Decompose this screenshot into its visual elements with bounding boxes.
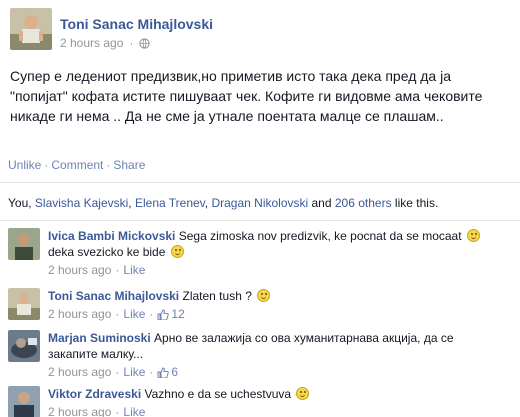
smile-emoji-icon (296, 387, 310, 400)
comment: Viktor Zdraveski Vazhno e da se uchestvu… (8, 384, 513, 417)
post-header: Toni Sanac Mihajlovski 2 hours ago · (10, 8, 510, 58)
smile-emoji-icon (170, 245, 184, 258)
unlike-link[interactable]: Unlike (8, 158, 41, 172)
comment-time[interactable]: 2 hours ago (48, 262, 111, 278)
meta-separator: · (129, 36, 134, 50)
likes-suffix: like this. (391, 196, 439, 210)
liker-name[interactable]: Elena Trenev (135, 196, 205, 210)
comment-text: Арно ве залажија со ова хуманитарнава ак… (154, 331, 454, 345)
comment-text: Sega zimoska nov predizvik, ke pocnat da… (178, 229, 462, 243)
divider (0, 182, 520, 183)
comment-like-count[interactable]: 12 (157, 306, 185, 322)
comment-like-link[interactable]: Like (123, 404, 145, 417)
like-count-value: 6 (171, 365, 179, 379)
comment-time[interactable]: 2 hours ago (48, 306, 111, 322)
likes-prefix: You, (8, 196, 35, 210)
comment-body: Marjan Suminoski Арно ве залажија со ова… (48, 330, 508, 380)
commenter-avatar[interactable] (8, 228, 40, 260)
likes-summary: You, Slavisha Kajevski, Elena Trenev, Dr… (8, 196, 438, 210)
comment-text: Zlaten tush ? (182, 289, 252, 303)
comment-like-link[interactable]: Like (123, 364, 145, 380)
commenter-name[interactable]: Toni Sanac Mihajlovski (48, 289, 179, 303)
author-avatar[interactable] (10, 8, 52, 50)
comment-body: Viktor Zdraveski Vazhno e da se uchestvu… (48, 386, 508, 417)
likes-and: and (308, 196, 335, 210)
share-link[interactable]: Share (113, 158, 145, 172)
post-actions: Unlike · Comment · Share (8, 158, 145, 172)
comment-meta: 2 hours ago · Like (48, 404, 508, 417)
comment-time[interactable]: 2 hours ago (48, 404, 111, 417)
commenter-avatar[interactable] (8, 330, 40, 362)
smile-emoji-icon (257, 289, 271, 302)
meta-dot: · (149, 307, 154, 321)
post-time[interactable]: 2 hours ago (60, 36, 123, 50)
post-meta: 2 hours ago · (60, 36, 151, 50)
comment-meta: 2 hours ago · Like · 12 (48, 306, 508, 322)
meta-dot: · (115, 263, 120, 277)
action-separator: · (106, 158, 111, 172)
comment-text: Vazhno e da se uchestvuva (144, 387, 292, 401)
like-count-value: 12 (171, 307, 185, 321)
thumbs-up-icon (157, 308, 170, 320)
likes-sep: , (128, 196, 135, 210)
post-text: Супер е ледениот предизвик,но приметив и… (10, 68, 483, 124)
comment-meta: 2 hours ago · Like (48, 262, 508, 278)
comment-meta: 2 hours ago · Like · 6 (48, 364, 508, 380)
commenter-avatar[interactable] (8, 386, 40, 417)
meta-dot: · (115, 365, 120, 379)
smile-emoji-icon (466, 229, 480, 242)
comment-text-cont: закапите малку... (48, 347, 144, 361)
others-link[interactable]: 206 others (335, 196, 392, 210)
meta-dot: · (115, 405, 120, 417)
comment-body: Ivica Bambi Mickovski Sega zimoska nov p… (48, 228, 508, 278)
meta-dot: · (115, 307, 120, 321)
liker-name[interactable]: Dragan Nikolovski (211, 196, 308, 210)
comment-like-link[interactable]: Like (123, 262, 145, 278)
thumbs-up-icon (157, 366, 170, 378)
comment: Ivica Bambi Mickovski Sega zimoska nov p… (8, 226, 513, 278)
comment-time[interactable]: 2 hours ago (48, 364, 111, 380)
comment-text-cont: deka svezicko ke bide (48, 245, 166, 259)
liker-name[interactable]: Slavisha Kajevski (35, 196, 128, 210)
commenter-name[interactable]: Marjan Suminoski (48, 331, 151, 345)
action-separator: · (44, 158, 49, 172)
comment-link[interactable]: Comment (51, 158, 103, 172)
comment-body: Toni Sanac Mihajlovski Zlaten tush ? 2 h… (48, 288, 508, 322)
comment: Marjan Suminoski Арно ве залажија со ова… (8, 328, 513, 380)
commenter-name[interactable]: Viktor Zdraveski (48, 387, 141, 401)
comment-like-link[interactable]: Like (123, 306, 145, 322)
commenter-name[interactable]: Ivica Bambi Mickovski (48, 229, 175, 243)
comment-like-count[interactable]: 6 (157, 364, 178, 380)
globe-icon[interactable] (139, 37, 151, 49)
divider (0, 220, 520, 221)
meta-dot: · (149, 365, 154, 379)
commenter-avatar[interactable] (8, 288, 40, 320)
post-author-name[interactable]: Toni Sanac Mihajlovski (60, 16, 213, 32)
